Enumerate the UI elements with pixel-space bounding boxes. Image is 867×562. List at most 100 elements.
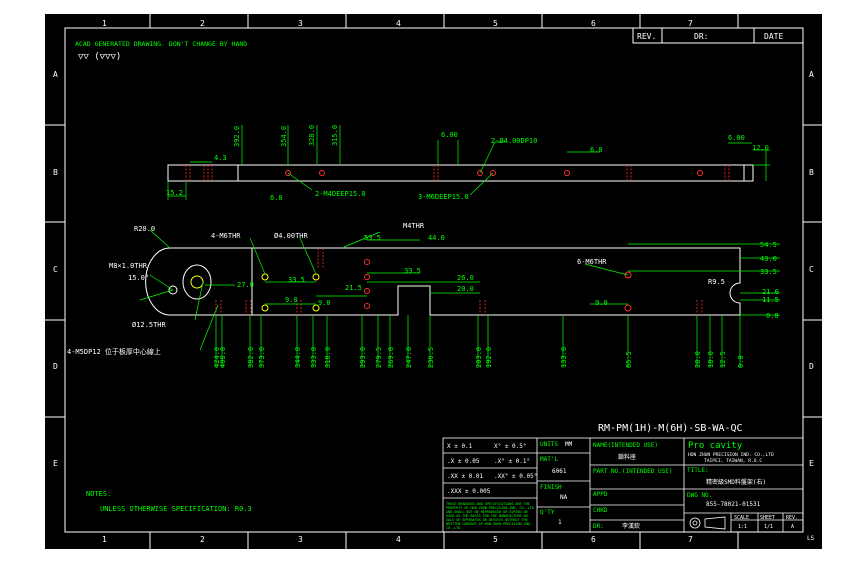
dim-26-0: 26.0 xyxy=(457,274,474,282)
bottom-dim-label: 247.0 xyxy=(405,347,413,368)
matl-value: 6061 xyxy=(552,468,567,475)
bottom-dim-label: 279.5 xyxy=(375,347,383,368)
bottom-dim-label: 408.0 xyxy=(219,347,227,368)
notes-line: UNLESS OTHERWISE SPECIFICATION: R0.3 xyxy=(100,505,252,513)
bottom-dim-label: 18.0 xyxy=(707,351,715,368)
col-ref-bottom: 7 xyxy=(688,535,693,544)
tol-2: .X ± 0.05 xyxy=(447,458,480,465)
row-ref-right: A xyxy=(809,70,814,79)
dim-27-0: 27.0 xyxy=(237,281,254,289)
col-ref-top: 3 xyxy=(298,19,303,28)
dim-54-5: 54.5 xyxy=(760,241,777,249)
callout-m8: M8×1.0THR xyxy=(109,262,148,270)
corner-mark: LS xyxy=(807,535,815,542)
callout-dp10: 2-Ø4.00DP10 xyxy=(491,137,537,145)
callout-4-m6: 4-M6THR xyxy=(211,232,241,240)
callout-6-m6: 6-M6THR xyxy=(577,258,607,266)
bottom-dim-label: 236.5 xyxy=(427,347,435,368)
callout-4-m5: 4-M5DP12 位于板厚中心線上 xyxy=(67,347,161,356)
bottom-dim-label: 382.0 xyxy=(247,347,255,368)
dim-21-0: 21.0 xyxy=(762,288,779,296)
callout-2-m4: 2-M4DEEP15.0 xyxy=(315,190,366,198)
dim-9-0a: 9.0 xyxy=(285,296,298,304)
partno-label: PART NO.(INTENDED USE) xyxy=(593,468,672,475)
part-number: RM-PM(1H)-M(6H)-SB-WA-QC xyxy=(598,423,743,434)
callout-m4thr: M4THR xyxy=(403,222,425,230)
cad-drawing: 1 2 3 4 5 6 7 1 2 3 4 5 6 7 A B C D E A … xyxy=(0,0,867,562)
sheet-value: 1/1 xyxy=(764,524,773,530)
ang-1: X° ± 0.5° xyxy=(494,443,527,450)
tol-1: X ± 0.1 xyxy=(447,443,473,450)
col-ref-bottom: 4 xyxy=(396,535,401,544)
dim-6-00a: 6.00 xyxy=(441,131,458,139)
bottom-dim-label: 192.0 xyxy=(485,347,493,368)
qty-value: 1 xyxy=(558,519,562,526)
dr-value: 李漢欽 xyxy=(622,522,640,530)
finish-label: FINISH xyxy=(540,484,562,491)
col-ref-top: 6 xyxy=(591,19,596,28)
col-ref-top: 2 xyxy=(200,19,205,28)
dim-6-00b: 6.00 xyxy=(728,134,745,142)
sheet-label: SHEET xyxy=(760,515,775,521)
dim-9-0b: 9.0 xyxy=(318,299,331,307)
dim-0-0r: 0.0 xyxy=(766,312,779,320)
dwg-value: 855-78021-01531 xyxy=(706,501,761,508)
scale-value: 1:1 xyxy=(738,524,747,530)
dim-33-5b: 33.5 xyxy=(288,276,305,284)
notes-label: NOTES. xyxy=(86,490,111,498)
bottom-dim-label: 269.0 xyxy=(387,347,395,368)
row-ref-left: A xyxy=(53,70,58,79)
chkd-label: CHKD xyxy=(593,507,608,514)
bottom-dim-label: 318.0 xyxy=(324,347,332,368)
dim-9-0c: 9.0 xyxy=(595,299,608,307)
dim-43-0: 43.0 xyxy=(760,255,777,263)
dim-354: 354.0 xyxy=(280,126,288,147)
col-ref-top: 7 xyxy=(688,19,693,28)
col-ref-bottom: 5 xyxy=(493,535,498,544)
col-ref-top: 5 xyxy=(493,19,498,28)
company-name: HON ZHUN PRECISION IND. CO.,LTD xyxy=(688,452,774,458)
dim-4-3: 4.3 xyxy=(214,154,227,162)
col-ref-top: 4 xyxy=(396,19,401,28)
bottom-dim-label: 12.5 xyxy=(719,351,727,368)
dr-label-tb: DR: xyxy=(593,523,604,530)
dim-33-5a: 33.5 xyxy=(404,267,421,275)
dim-44-0: 44.0 xyxy=(428,234,445,242)
company-addr: TAIPEI, TAIWAN, R.O.C xyxy=(704,458,762,464)
appd-label: APPD xyxy=(593,491,608,498)
dim-392: 392.0 xyxy=(233,126,241,147)
bottom-dim-label: 333.0 xyxy=(310,347,318,368)
dim-328: 328.0 xyxy=(308,125,316,146)
row-ref-left: B xyxy=(53,168,58,177)
tol-3: .XX ± 0.01 xyxy=(447,473,484,480)
row-ref-left: C xyxy=(53,265,58,274)
dwg-label: DWG NO. xyxy=(687,492,712,499)
callout-3-m6: 3-M6DEEP15.0 xyxy=(418,193,469,201)
dim-6-0c: 6.0 xyxy=(590,146,603,154)
dim-33-5c: 33.5 xyxy=(760,268,777,276)
qty-label: Q'TY xyxy=(540,509,555,516)
callout-r95: R9.5 xyxy=(708,278,725,286)
tol-4: .XXX ± 0.005 xyxy=(447,488,491,495)
rev-label-tb: REV. xyxy=(786,515,798,521)
bottom-dim-label: 203.0 xyxy=(475,347,483,368)
bottom-dim-label: 133.0 xyxy=(560,347,568,368)
dim-315: 315.0 xyxy=(331,125,339,146)
name-value: 鎖料座 xyxy=(618,453,636,461)
bottom-dim-label: 293.0 xyxy=(359,347,367,368)
bottom-dim-label: 0.0 xyxy=(737,355,745,368)
col-ref-top: 1 xyxy=(102,19,107,28)
callout-r20: R20.0 xyxy=(134,225,155,233)
callout-angle: 15.0° xyxy=(128,274,149,282)
proprietary-note: THESE DRAWINGS AND SPECIFICATIONS ARE TH… xyxy=(446,502,534,530)
dr-label: DR: xyxy=(694,32,708,41)
col-ref-bottom: 3 xyxy=(298,535,303,544)
col-ref-bottom: 6 xyxy=(591,535,596,544)
dim-12-0: 12.0 xyxy=(752,144,769,152)
row-ref-right: D xyxy=(809,362,814,371)
col-ref-bottom: 2 xyxy=(200,535,205,544)
bottom-dim-label: 344.0 xyxy=(294,347,302,368)
rev-value: A xyxy=(791,524,794,530)
row-ref-right: E xyxy=(809,459,814,468)
units-value: MM xyxy=(565,441,573,448)
